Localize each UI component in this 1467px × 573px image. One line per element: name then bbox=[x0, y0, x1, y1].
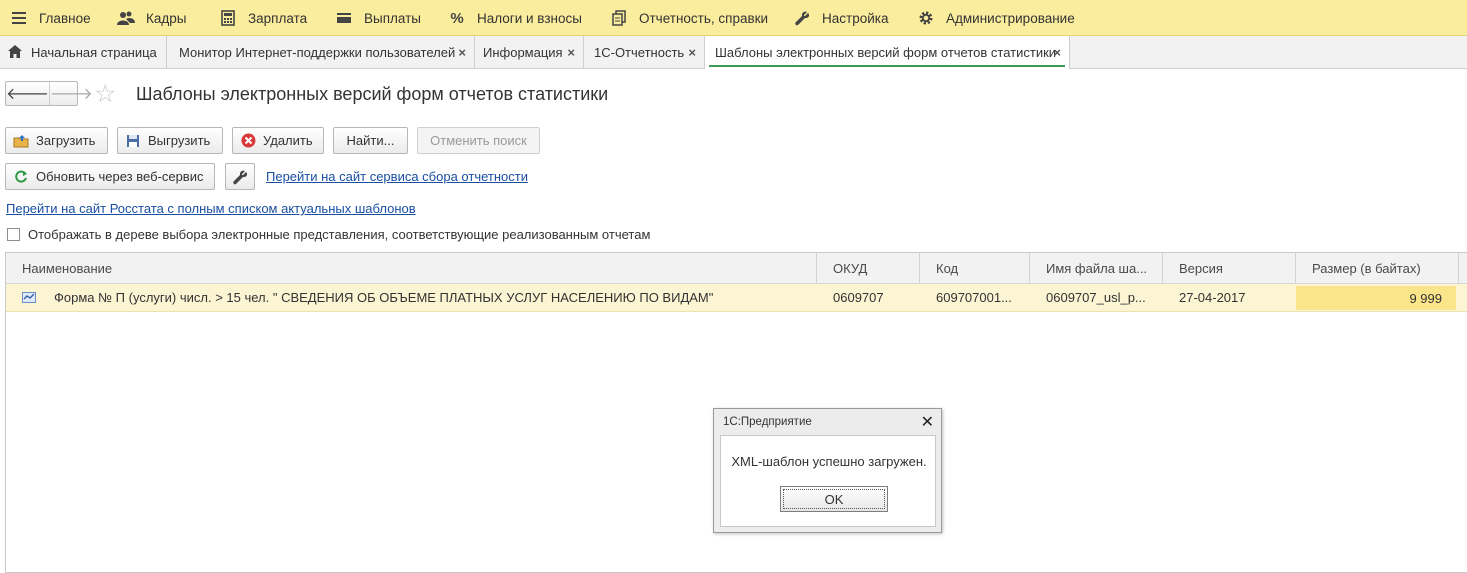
menu-label: Настройка bbox=[822, 10, 889, 26]
close-icon[interactable]: × bbox=[1053, 45, 1061, 60]
menu-item-admin[interactable]: Администрирование bbox=[917, 0, 1075, 36]
button-label: Удалить bbox=[263, 133, 313, 148]
close-icon[interactable]: × bbox=[567, 45, 575, 60]
home-icon bbox=[8, 45, 22, 59]
menu-item-settings[interactable]: Настройка bbox=[793, 0, 888, 36]
show-implemented-checkbox-row[interactable]: Отображать в дереве выбора электронные п… bbox=[7, 227, 650, 242]
tab-label: Шаблоны электронных версий форм отчетов … bbox=[715, 45, 1057, 60]
tab-1c-reporting[interactable]: 1С-Отчетность × bbox=[584, 36, 705, 68]
button-label: Загрузить bbox=[36, 133, 96, 148]
menu-label: Отчетность, справки bbox=[639, 10, 769, 26]
show-implemented-checkbox[interactable] bbox=[7, 228, 20, 241]
menu-item-hr[interactable]: Кадры bbox=[117, 0, 186, 36]
tab-information[interactable]: Информация × bbox=[475, 36, 584, 68]
gear-icon bbox=[917, 9, 935, 27]
table-header: Наименование ОКУД Код Имя файла ша... Ве… bbox=[6, 253, 1467, 284]
history-navigation: 🡐 🡒 bbox=[5, 81, 93, 106]
column-header-version[interactable]: Версия bbox=[1163, 253, 1296, 283]
dialog-message: XML-шаблон успешно загружен. bbox=[731, 454, 927, 469]
refresh-icon bbox=[13, 169, 29, 185]
load-folder-icon bbox=[13, 133, 29, 149]
back-button[interactable]: 🡐 bbox=[6, 82, 49, 105]
column-header-okud[interactable]: ОКУД bbox=[817, 253, 920, 283]
delete-icon bbox=[240, 133, 256, 149]
dialog-title: 1С:Предприятие bbox=[723, 416, 812, 428]
menu-item-main[interactable]: Главное bbox=[10, 0, 91, 36]
close-icon[interactable]: ✕ bbox=[921, 412, 934, 432]
message-dialog: 1С:Предприятие ✕ XML-шаблон успешно загр… bbox=[713, 408, 942, 533]
tab-label: Информация bbox=[483, 44, 563, 60]
arrow-left-icon: 🡐 bbox=[6, 86, 49, 103]
column-header-code[interactable]: Код bbox=[920, 253, 1030, 283]
menu-label: Главное bbox=[39, 10, 91, 26]
menu-label: Администрирование bbox=[946, 10, 1075, 26]
refresh-web-service-button[interactable]: Обновить через веб-сервис bbox=[5, 163, 215, 190]
dialog-body: XML-шаблон успешно загружен. OK bbox=[720, 435, 936, 527]
tab-bar: Начальная страница Монитор Интернет-подд… bbox=[0, 36, 1467, 69]
menu-label: Зарплата bbox=[248, 10, 308, 26]
reporting-service-link[interactable]: Перейти на сайт сервиса сбора отчетности bbox=[266, 169, 528, 184]
menu-item-salary[interactable]: Зарплата bbox=[219, 0, 307, 36]
cancel-search-button[interactable]: Отменить поиск bbox=[417, 127, 540, 154]
cell-version: 27-04-2017 bbox=[1179, 290, 1246, 305]
column-header-filename[interactable]: Имя файла ша... bbox=[1030, 253, 1163, 283]
wrench-icon bbox=[232, 169, 248, 185]
people-icon bbox=[117, 9, 135, 27]
column-header-name[interactable]: Наименование bbox=[6, 253, 817, 283]
tab-label: Монитор Интернет-поддержки пользователей bbox=[179, 44, 456, 60]
floppy-disk-icon bbox=[125, 133, 141, 149]
delete-button[interactable]: Удалить bbox=[232, 127, 324, 154]
main-menu-bar: Главное Кадры Зарплата Выплаты % Налоги и… bbox=[0, 0, 1467, 36]
menu-item-reports[interactable]: Отчетность, справки bbox=[610, 0, 768, 36]
wallet-icon bbox=[335, 9, 353, 27]
favorite-star-icon[interactable]: ☆ bbox=[94, 80, 116, 108]
calculator-icon bbox=[219, 9, 237, 27]
cell-name: Форма № П (услуги) числ. > 15 чел. " СВЕ… bbox=[6, 284, 817, 311]
menu-label: Выплаты bbox=[364, 10, 421, 26]
arrow-right-icon: 🡒 bbox=[49, 86, 93, 103]
menu-label: Налоги и взносы bbox=[477, 10, 582, 26]
close-icon[interactable]: × bbox=[458, 45, 466, 60]
hamburger-icon bbox=[10, 9, 28, 27]
cell-filename: 0609707_usl_p... bbox=[1046, 290, 1146, 305]
menu-label: Кадры bbox=[146, 10, 187, 26]
cell-okud: 0609707 bbox=[833, 290, 884, 305]
tab-support-monitor[interactable]: Монитор Интернет-поддержки пользователей… bbox=[167, 36, 475, 68]
percent-icon: % bbox=[450, 9, 464, 27]
settings-wrench-button[interactable] bbox=[225, 163, 255, 190]
documents-icon bbox=[610, 9, 628, 27]
menu-item-payments[interactable]: Выплаты bbox=[335, 0, 421, 36]
tab-label: Начальная страница bbox=[31, 44, 157, 60]
table-row[interactable]: Форма № П (услуги) числ. > 15 чел. " СВЕ… bbox=[6, 284, 1467, 312]
page-title: Шаблоны электронных версий форм отчетов … bbox=[136, 84, 609, 104]
template-form-icon bbox=[22, 292, 36, 303]
tab-label: 1С-Отчетность bbox=[594, 44, 685, 60]
cell-code: 609707001... bbox=[936, 290, 1012, 305]
unload-button[interactable]: Выгрузить bbox=[117, 127, 223, 154]
find-button[interactable]: Найти... bbox=[333, 127, 408, 154]
template-name: Форма № П (услуги) числ. > 15 чел. " СВЕ… bbox=[54, 290, 714, 305]
checkbox-label: Отображать в дереве выбора электронные п… bbox=[28, 227, 651, 242]
rosstat-templates-link[interactable]: Перейти на сайт Росстата с полным списко… bbox=[6, 201, 416, 216]
ok-button[interactable]: OK bbox=[780, 486, 888, 512]
close-icon[interactable]: × bbox=[688, 45, 696, 60]
tab-home[interactable]: Начальная страница bbox=[0, 36, 167, 68]
load-button[interactable]: Загрузить bbox=[5, 127, 108, 154]
button-label: Обновить через веб-сервис bbox=[36, 169, 204, 184]
button-label: Отменить поиск bbox=[430, 133, 527, 148]
tab-stat-templates[interactable]: Шаблоны электронных версий форм отчетов … bbox=[705, 36, 1070, 69]
cell-size: 9 999 bbox=[1296, 286, 1456, 310]
wrench-icon bbox=[793, 9, 811, 27]
button-label: Выгрузить bbox=[148, 133, 211, 148]
column-header-size[interactable]: Размер (в байтах) bbox=[1296, 253, 1459, 283]
forward-button[interactable]: 🡒 bbox=[48, 82, 93, 105]
menu-item-taxes[interactable]: % Налоги и взносы bbox=[448, 0, 582, 36]
button-label: Найти... bbox=[346, 133, 395, 148]
